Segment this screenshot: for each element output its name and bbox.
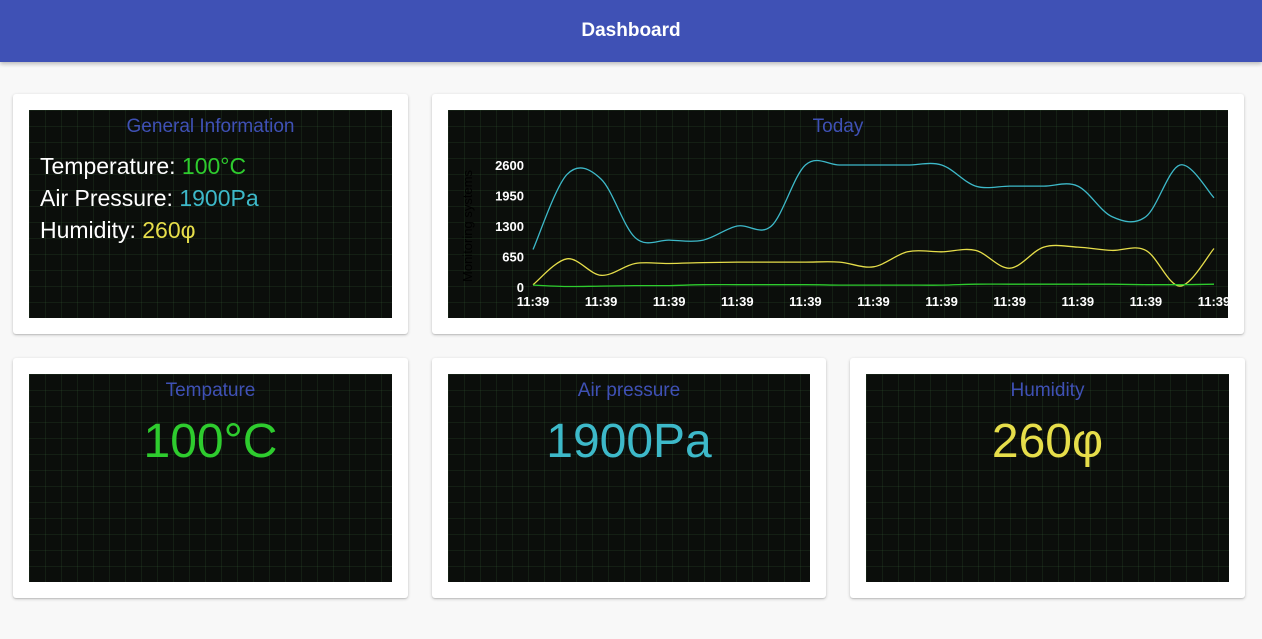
x-tick-label: 11:39: [789, 294, 822, 309]
humidity-value: 260φ: [991, 415, 1104, 468]
temperature-value: 100°C: [143, 415, 278, 468]
humidity-card: Humidity 260φ: [850, 358, 1245, 598]
y-axis-title: Monitoring systems: [460, 170, 475, 282]
y-tick-label: 1300: [495, 219, 524, 234]
general-info-list: Temperature: 100°C Air Pressure: 1900Pa …: [40, 150, 259, 246]
x-tick-label: 11:39: [857, 294, 890, 309]
humidity-title: Humidity: [1010, 380, 1085, 401]
x-tick-label: 11:39: [653, 294, 686, 309]
x-tick-label: 11:39: [1198, 294, 1228, 309]
x-tick-label: 11:39: [1130, 294, 1163, 309]
info-temperature-label: Temperature:: [40, 153, 182, 179]
info-humidity-row: Humidity: 260φ: [40, 214, 259, 246]
series-line-0: [532, 159, 1215, 250]
info-pressure-value: 1900Pa: [179, 185, 259, 211]
series-line-2: [532, 283, 1215, 288]
info-humidity-label: Humidity:: [40, 217, 143, 243]
x-tick-label: 11:39: [721, 294, 754, 309]
x-tick-label: 11:39: [1062, 294, 1095, 309]
info-pressure-label: Air Pressure:: [40, 185, 180, 211]
general-info-card: General Information Temperature: 100°C A…: [13, 94, 408, 334]
general-info-title: General Information: [126, 116, 295, 137]
info-temperature-value: 100°C: [181, 153, 247, 179]
x-tick-label: 11:39: [585, 294, 618, 309]
y-tick-label: 1950: [495, 189, 524, 204]
pressure-value: 1900Pa: [546, 415, 712, 468]
today-chart-card: Today Monitoring systems 0 650 1300 1950 2600…: [432, 94, 1244, 334]
today-line-chart: Monitoring systems 0 650 1300 1950 2600 11:39 1…: [460, 158, 1228, 309]
today-chart-panel: Today Monitoring systems 0 650 1300 1950 2600…: [448, 110, 1228, 318]
x-tick-label: 11:39: [925, 294, 958, 309]
y-tick-label: 0: [517, 280, 524, 295]
pressure-panel: Air pressure 1900Pa: [448, 374, 810, 582]
info-temperature-row: Temperature: 100°C: [40, 150, 259, 182]
general-info-panel: General Information Temperature: 100°C A…: [29, 110, 392, 318]
info-pressure-row: Air Pressure: 1900Pa: [40, 182, 259, 214]
temperature-panel: Tempature 100°C: [29, 374, 392, 582]
x-tick-label: 11:39: [517, 294, 550, 309]
app-header: Dashboard: [0, 0, 1262, 62]
info-humidity-value: 260φ: [142, 217, 196, 243]
humidity-panel: Humidity 260φ: [866, 374, 1229, 582]
y-tick-label: 2600: [495, 158, 524, 173]
temperature-title: Tempature: [165, 380, 256, 401]
pressure-title: Air pressure: [577, 380, 681, 401]
y-tick-label: 650: [502, 250, 524, 265]
series-line-1: [532, 244, 1215, 287]
pressure-card: Air pressure 1900Pa: [432, 358, 826, 598]
x-tick-label: 11:39: [993, 294, 1026, 309]
temperature-card: Tempature 100°C: [13, 358, 408, 598]
page-title: Dashboard: [581, 20, 681, 41]
